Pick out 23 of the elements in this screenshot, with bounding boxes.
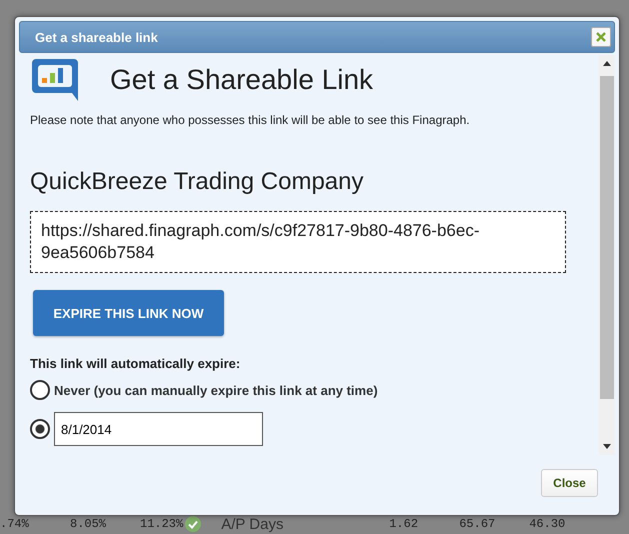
radio-button[interactable]	[30, 380, 50, 400]
row-label: A/P Days	[221, 516, 284, 532]
scroll-down-icon[interactable]	[603, 444, 611, 449]
dialog-title: Get a shareable link	[35, 30, 158, 44]
dialog-heading: Get a Shareable Link	[110, 64, 374, 96]
close-icon[interactable]	[591, 27, 611, 47]
note-text: Please note that anyone who possesses this link will be able to see this Finagraph.	[30, 113, 471, 127]
expire-label: This link will automatically expire:	[30, 356, 242, 371]
close-button[interactable]: Close	[541, 469, 598, 497]
table-cell-text: 46.30	[529, 517, 566, 531]
table-cell-text: 8.05%	[70, 517, 108, 531]
link-text: https://shared.finagraph.com/s/c9f27817-9b80-4876-b6ec-9ea5606b7584	[41, 221, 480, 262]
date-field[interactable]: 8/1/2014	[54, 412, 263, 446]
table-cell-text: .74%	[0, 517, 30, 531]
table-cell-text: 65.67	[459, 517, 496, 531]
table-cell: 11.23%	[140, 517, 184, 531]
company-name: QuickBreeze Trading Company	[30, 168, 364, 196]
scroll-up-icon[interactable]	[603, 61, 611, 66]
radio-button[interactable]	[30, 419, 50, 439]
table-cell-text: 1.62	[389, 517, 420, 531]
scrollbar[interactable]	[599, 55, 615, 455]
option-label: Never (you can manually expire this link at any time)	[54, 382, 378, 398]
expire-button[interactable]: EXPIRE THIS LINK NOW	[33, 290, 224, 336]
